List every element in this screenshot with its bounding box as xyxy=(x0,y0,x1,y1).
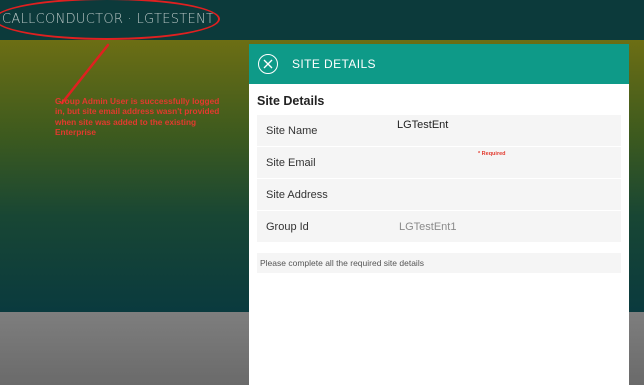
panel-header: SITE DETAILS xyxy=(249,44,629,84)
group-id-label: Group Id xyxy=(266,220,309,233)
site-name-label: Site Name xyxy=(266,124,318,137)
section-heading: Site Details xyxy=(257,94,325,108)
panel-title: SITE DETAILS xyxy=(292,57,376,71)
site-name-value[interactable]: LGTestEnt xyxy=(397,119,448,131)
status-message: Please complete all the required site de… xyxy=(257,253,621,273)
site-address-row[interactable]: Site Address xyxy=(257,179,621,211)
required-indicator: * Required xyxy=(478,151,506,157)
group-id-value[interactable]: LGTestEnt1 xyxy=(399,221,456,233)
site-name-row[interactable]: Site Name LGTestEnt xyxy=(257,115,621,147)
group-id-row[interactable]: Group Id LGTestEnt1 xyxy=(257,211,621,243)
close-icon[interactable] xyxy=(258,54,278,74)
annotation-text: Group Admin User is successfully logged … xyxy=(55,96,220,138)
site-email-row[interactable]: Site Email * Required xyxy=(257,147,621,179)
site-email-label: Site Email xyxy=(266,156,316,169)
site-address-label: Site Address xyxy=(266,188,328,201)
site-details-panel: SITE DETAILS Site Details Site Name LGTe… xyxy=(249,44,629,385)
site-details-card: Site Name LGTestEnt Site Email * Require… xyxy=(257,115,621,243)
